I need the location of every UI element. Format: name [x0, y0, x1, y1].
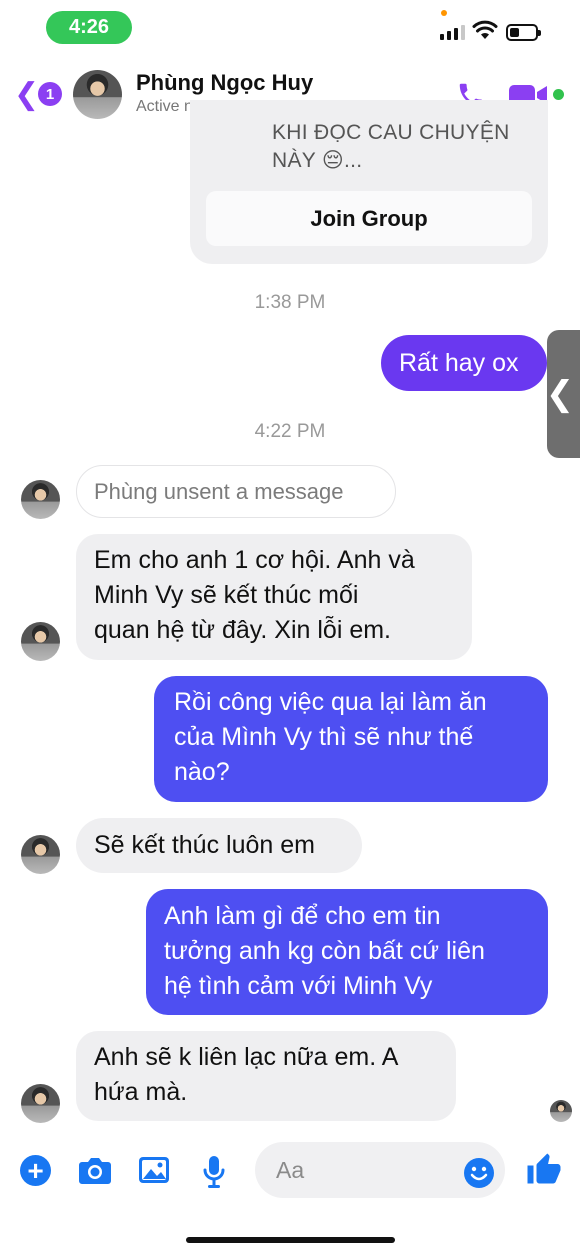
plus-icon[interactable]: + [20, 1155, 51, 1186]
battery-icon [506, 24, 541, 41]
message-line: Rồi công việc qua lại làm ăn [174, 688, 487, 716]
contact-avatar-small[interactable] [21, 835, 60, 874]
back-unread-badge[interactable]: 1 [38, 82, 62, 106]
message-timestamp: 4:22 PM [254, 421, 326, 442]
online-indicator [553, 89, 564, 100]
back-chevron-icon[interactable]: ❮ [14, 80, 39, 110]
message-timestamp: 1:38 PM [254, 292, 326, 313]
shared-card-text-line1: KHI ĐỌC CAU CHUYỆN [272, 121, 510, 144]
thumbs-up-icon[interactable] [526, 1152, 562, 1188]
received-message[interactable]: Anh sẽ k liên lạc nữa em. A hứa mà. [76, 1031, 456, 1121]
home-indicator [186, 1237, 395, 1243]
microphone-icon[interactable] [202, 1155, 226, 1189]
emoji-icon[interactable] [463, 1157, 495, 1189]
contact-avatar-small[interactable] [21, 480, 60, 519]
message-line: của Mình Vy thì sẽ như thế [174, 723, 474, 751]
message-line: Minh Vy sẽ kết thúc mối [94, 581, 359, 609]
contact-avatar-small[interactable] [21, 622, 60, 661]
message-line: hứa mà. [94, 1078, 188, 1106]
sent-message[interactable]: Rất hay ox [381, 335, 547, 391]
unsent-message-notice: Phùng unsent a message [76, 465, 396, 518]
sent-message[interactable]: Anh làm gì để cho em tin tưởng anh kg cò… [146, 889, 548, 1015]
shared-card-text-line2: NÀY 😔... [272, 149, 363, 172]
contact-avatar[interactable] [73, 70, 122, 119]
wifi-icon [472, 20, 498, 39]
gallery-icon[interactable] [138, 1155, 170, 1185]
contact-name[interactable]: Phùng Ngọc Huy [136, 70, 313, 96]
status-time: 4:26 [46, 11, 132, 44]
privacy-indicator [441, 10, 447, 16]
seen-receipt-avatar [550, 1100, 572, 1122]
join-group-button[interactable]: Join Group [206, 191, 532, 246]
message-line: Anh sẽ k liên lạc nữa em. A [94, 1043, 399, 1071]
shared-card-text: KHI ĐỌC CAU CHUYỆN NÀY 😔... [272, 119, 532, 175]
sent-message[interactable]: Rồi công việc qua lại làm ăn của Mình Vy… [154, 676, 548, 802]
camera-icon[interactable] [78, 1155, 112, 1185]
message-line: quan hệ từ đây. Xin lỗi em. [94, 616, 391, 644]
message-line: Em cho anh 1 cơ hội. Anh và [94, 546, 415, 574]
contact-avatar-small[interactable] [21, 1084, 60, 1123]
cellular-signal-icon [440, 24, 465, 40]
message-line: nào? [174, 758, 230, 786]
message-line: hệ tình cảm với Minh Vy [164, 972, 433, 1000]
received-message[interactable]: Em cho anh 1 cơ hội. Anh và Minh Vy sẽ k… [76, 534, 472, 660]
message-line: tưởng anh kg còn bất cứ liên [164, 937, 485, 965]
received-message[interactable]: Sẽ kết thúc luôn em [76, 818, 362, 873]
message-line: Anh làm gì để cho em tin [164, 902, 441, 930]
shared-group-card[interactable]: KHI ĐỌC CAU CHUYỆN NÀY 😔... Join Group [190, 100, 548, 264]
